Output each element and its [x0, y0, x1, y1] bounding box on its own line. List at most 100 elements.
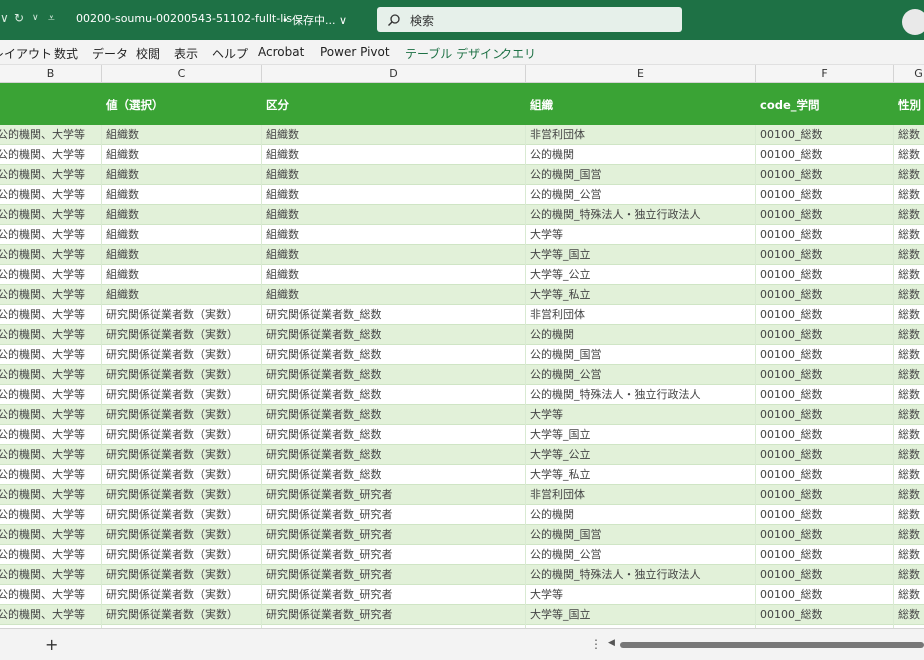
- table-cell[interactable]: 組織数: [102, 205, 262, 225]
- table-cell[interactable]: 総数: [894, 525, 924, 545]
- table-cell[interactable]: 公的機関、大学等: [0, 505, 102, 525]
- table-header-code[interactable]: code_学問: [760, 97, 820, 113]
- table-cell[interactable]: 公的機関_公営: [526, 545, 756, 565]
- table-cell[interactable]: 公的機関、大学等: [0, 385, 102, 405]
- table-cell[interactable]: 組織数: [262, 225, 526, 245]
- table-cell[interactable]: 公的機関、大学等: [0, 585, 102, 605]
- table-cell[interactable]: 00100_総数: [756, 265, 894, 285]
- column-header-f[interactable]: F: [756, 65, 894, 83]
- table-cell[interactable]: 研究関係従業者数_総数: [262, 445, 526, 465]
- table-cell[interactable]: 総数: [894, 225, 924, 245]
- table-cell[interactable]: 00100_総数: [756, 605, 894, 625]
- table-cell[interactable]: 00100_総数: [756, 145, 894, 165]
- table-cell[interactable]: 研究関係従業者数_総数: [262, 365, 526, 385]
- horizontal-scrollbar[interactable]: [620, 642, 924, 648]
- table-cell[interactable]: 組織数: [102, 285, 262, 305]
- table-cell[interactable]: 大学等: [526, 585, 756, 605]
- table-cell[interactable]: 組織数: [102, 125, 262, 145]
- table-cell[interactable]: 大学等_私立: [526, 465, 756, 485]
- table-header-category[interactable]: 区分: [266, 97, 289, 113]
- table-cell[interactable]: 総数: [894, 465, 924, 485]
- table-cell[interactable]: 組織数: [262, 125, 526, 145]
- avatar[interactable]: [902, 9, 924, 35]
- table-cell[interactable]: 00100_総数: [756, 445, 894, 465]
- tab-data[interactable]: データ: [92, 45, 128, 62]
- table-cell[interactable]: 公的機関: [526, 145, 756, 165]
- table-cell[interactable]: 研究関係従業者数（実数）: [102, 525, 262, 545]
- table-cell[interactable]: 研究関係従業者数（実数）: [102, 385, 262, 405]
- table-cell[interactable]: 総数: [894, 585, 924, 605]
- table-cell[interactable]: 組織数: [262, 265, 526, 285]
- table-cell[interactable]: 公的機関_国営: [526, 345, 756, 365]
- table-cell[interactable]: 研究関係従業者数（実数）: [102, 505, 262, 525]
- table-cell[interactable]: 研究関係従業者数（実数）: [102, 425, 262, 445]
- table-header-gender[interactable]: 性別: [898, 97, 921, 113]
- table-cell[interactable]: 組織数: [262, 145, 526, 165]
- table-cell[interactable]: 00100_総数: [756, 545, 894, 565]
- table-cell[interactable]: 公的機関、大学等: [0, 545, 102, 565]
- table-cell[interactable]: 組織数: [102, 145, 262, 165]
- table-cell[interactable]: 公的機関、大学等: [0, 325, 102, 345]
- tab-review[interactable]: 校閲: [136, 45, 160, 62]
- table-cell[interactable]: 公的機関_公営: [526, 365, 756, 385]
- tab-formulas[interactable]: 数式: [54, 45, 78, 62]
- table-cell[interactable]: 総数: [894, 405, 924, 425]
- table-cell[interactable]: 組織数: [102, 165, 262, 185]
- column-header-c[interactable]: C: [102, 65, 262, 83]
- table-cell[interactable]: 00100_総数: [756, 345, 894, 365]
- scroll-left-icon[interactable]: ◀: [608, 638, 615, 648]
- table-cell[interactable]: 00100_総数: [756, 485, 894, 505]
- table-cell[interactable]: 研究関係従業者数（実数）: [102, 485, 262, 505]
- table-cell[interactable]: 公的機関、大学等: [0, 405, 102, 425]
- table-cell[interactable]: 研究関係従業者数_研究者: [262, 485, 526, 505]
- column-header-b[interactable]: B: [0, 65, 102, 83]
- table-cell[interactable]: 大学等_公立: [526, 445, 756, 465]
- table-cell[interactable]: 公的機関、大学等: [0, 485, 102, 505]
- table-cell[interactable]: 公的機関_国営: [526, 165, 756, 185]
- tab-acrobat[interactable]: Acrobat: [258, 45, 304, 59]
- add-sheet-button[interactable]: +: [45, 635, 58, 654]
- undo-dropdown-icon[interactable]: ∨: [0, 11, 9, 25]
- table-cell[interactable]: 00100_総数: [756, 525, 894, 545]
- table-cell[interactable]: 公的機関、大学等: [0, 425, 102, 445]
- table-cell[interactable]: 研究関係従業者数（実数）: [102, 325, 262, 345]
- table-cell[interactable]: 研究関係従業者数_研究者: [262, 505, 526, 525]
- table-cell[interactable]: 非営利団体: [526, 305, 756, 325]
- tab-table-design[interactable]: テーブル デザイン: [405, 45, 504, 62]
- table-cell[interactable]: 総数: [894, 145, 924, 165]
- table-cell[interactable]: 総数: [894, 545, 924, 565]
- table-cell[interactable]: 総数: [894, 125, 924, 145]
- table-cell[interactable]: 公的機関、大学等: [0, 525, 102, 545]
- table-cell[interactable]: 研究関係従業者数_研究者: [262, 525, 526, 545]
- table-cell[interactable]: 総数: [894, 185, 924, 205]
- save-status[interactable]: • 保存中... ∨: [282, 12, 347, 28]
- table-cell[interactable]: 公的機関、大学等: [0, 225, 102, 245]
- table-cell[interactable]: 00100_総数: [756, 125, 894, 145]
- table-cell[interactable]: 公的機関、大学等: [0, 165, 102, 185]
- table-cell[interactable]: 公的機関、大学等: [0, 205, 102, 225]
- table-cell[interactable]: 総数: [894, 385, 924, 405]
- table-cell[interactable]: 総数: [894, 265, 924, 285]
- table-cell[interactable]: 公的機関、大学等: [0, 145, 102, 165]
- table-cell[interactable]: 公的機関、大学等: [0, 345, 102, 365]
- table-cell[interactable]: 公的機関、大学等: [0, 365, 102, 385]
- table-cell[interactable]: 研究関係従業者数_総数: [262, 385, 526, 405]
- table-cell[interactable]: 組織数: [262, 185, 526, 205]
- table-cell[interactable]: 研究関係従業者数（実数）: [102, 345, 262, 365]
- table-cell[interactable]: 研究関係従業者数（実数）: [102, 305, 262, 325]
- table-cell[interactable]: 公的機関、大学等: [0, 445, 102, 465]
- table-cell[interactable]: 総数: [894, 245, 924, 265]
- table-cell[interactable]: 大学等_国立: [526, 425, 756, 445]
- table-cell[interactable]: 研究関係従業者数_総数: [262, 465, 526, 485]
- column-header-d[interactable]: D: [262, 65, 526, 83]
- table-cell[interactable]: 公的機関: [526, 505, 756, 525]
- table-cell[interactable]: 00100_総数: [756, 165, 894, 185]
- table-cell[interactable]: 研究関係従業者数_研究者: [262, 565, 526, 585]
- table-cell[interactable]: 研究関係従業者数（実数）: [102, 605, 262, 625]
- table-cell[interactable]: 公的機関、大学等: [0, 245, 102, 265]
- table-cell[interactable]: 研究関係従業者数_総数: [262, 325, 526, 345]
- table-cell[interactable]: 00100_総数: [756, 565, 894, 585]
- table-cell[interactable]: 総数: [894, 205, 924, 225]
- table-cell[interactable]: 組織数: [262, 165, 526, 185]
- table-cell[interactable]: 公的機関、大学等: [0, 465, 102, 485]
